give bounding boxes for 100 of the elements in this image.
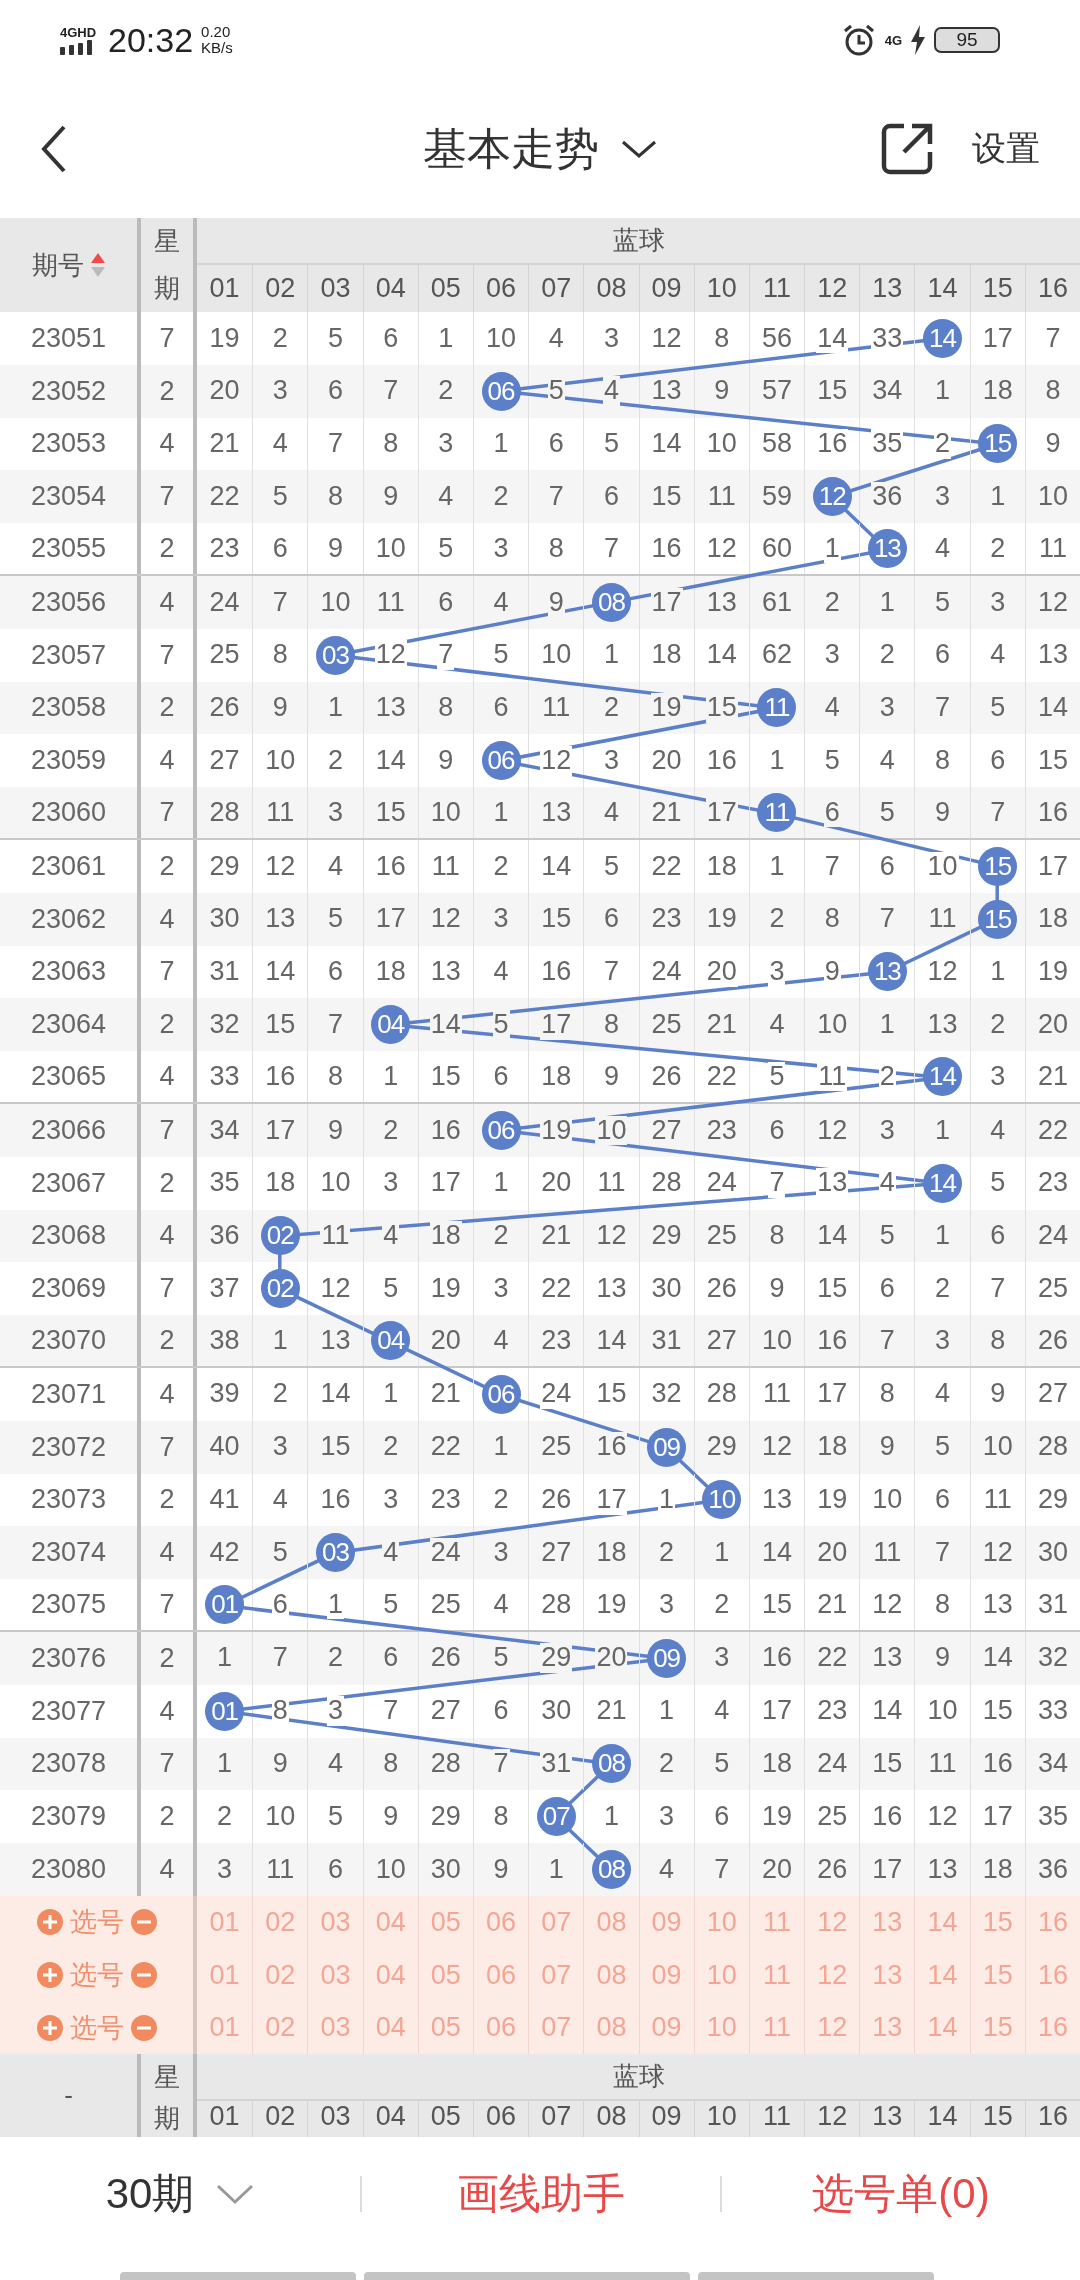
table-cell: 17 xyxy=(540,1009,573,1040)
number-ball: 09 xyxy=(647,1638,687,1678)
column-header: 期号 xyxy=(31,248,84,282)
number-option[interactable]: 09 xyxy=(638,1948,694,2002)
sort-icon[interactable] xyxy=(89,251,106,279)
number-option[interactable]: 01 xyxy=(197,1948,253,2002)
number-ball: 15 xyxy=(978,424,1018,464)
pick-list-button[interactable]: 选号单(0) xyxy=(812,2165,990,2222)
add-button[interactable] xyxy=(35,1908,64,1937)
clock-time: 20:32 xyxy=(108,20,194,60)
number-ball: 13 xyxy=(867,529,907,569)
number-ball: 02 xyxy=(260,1269,300,1309)
number-ball: 10 xyxy=(702,1480,742,1520)
minus-icon xyxy=(129,2013,158,2042)
number-option[interactable]: 06 xyxy=(472,1948,529,2002)
number-ball: 08 xyxy=(591,1850,631,1889)
row-label: 选号 xyxy=(69,1906,124,1940)
number-ball: 07 xyxy=(536,1797,576,1837)
number-ball: 03 xyxy=(315,1533,355,1573)
number-option[interactable]: 10 xyxy=(693,1895,749,1949)
column-group-header: 蓝球 xyxy=(197,2054,1080,2102)
number-option[interactable]: 07 xyxy=(528,1895,584,1949)
number-ball: 06 xyxy=(481,1374,521,1414)
number-option[interactable]: 16 xyxy=(1024,1895,1080,1949)
table-cell: 10 xyxy=(595,1115,628,1146)
row-label: 选号 xyxy=(69,1959,124,1993)
table-cell: 13 xyxy=(816,1168,849,1198)
remove-button[interactable] xyxy=(129,2013,158,2042)
number-option[interactable]: 13 xyxy=(859,1895,915,1949)
table-cell: 5 xyxy=(492,1009,510,1040)
remove-button[interactable] xyxy=(129,1961,158,1990)
number-ball: 15 xyxy=(978,846,1018,886)
minus-icon xyxy=(129,1908,158,1937)
number-option[interactable]: 14 xyxy=(914,1948,970,2002)
number-option[interactable]: 05 xyxy=(417,1948,473,2002)
period-dropdown[interactable]: 30期 xyxy=(105,2165,255,2222)
number-option[interactable]: 05 xyxy=(417,1895,473,1949)
number-option[interactable]: 01 xyxy=(197,2001,253,2055)
number-option[interactable]: 04 xyxy=(362,1895,418,1949)
chevron-down-icon xyxy=(216,2182,255,2205)
number-option[interactable]: 11 xyxy=(748,1948,805,2002)
number-option[interactable]: 10 xyxy=(693,1948,749,2002)
number-ball: 14 xyxy=(923,1163,963,1203)
plus-icon xyxy=(35,2013,64,2042)
number-option[interactable]: 11 xyxy=(748,1895,805,1949)
number-ball: 12 xyxy=(812,477,852,517)
number-option[interactable]: 02 xyxy=(252,1948,308,2002)
title-dropdown[interactable]: 基本走势 xyxy=(423,119,657,179)
number-option[interactable]: 08 xyxy=(583,1948,639,2002)
remove-button[interactable] xyxy=(129,1908,158,1937)
number-option[interactable]: 04 xyxy=(362,1948,418,2002)
number-ball: 06 xyxy=(481,371,521,411)
number-ball: 15 xyxy=(978,899,1018,939)
number-ball: 01 xyxy=(205,1585,245,1624)
number-option[interactable]: 15 xyxy=(969,1948,1025,2002)
network-type: 4G xyxy=(884,32,902,48)
share-button[interactable] xyxy=(880,122,934,176)
number-ball: 06 xyxy=(481,741,521,781)
number-option[interactable]: 14 xyxy=(914,1895,970,1949)
number-option[interactable]: 07 xyxy=(528,1948,584,2002)
number-option[interactable]: 13 xyxy=(859,1948,915,2002)
share-icon xyxy=(880,122,934,176)
number-option[interactable]: 03 xyxy=(307,1948,363,2002)
table-cell: 12 xyxy=(540,745,573,776)
number-ball: 02 xyxy=(260,1216,300,1256)
number-option[interactable]: 03 xyxy=(307,1895,363,1949)
add-button[interactable] xyxy=(35,2013,64,2042)
network-speed: 0.20 xyxy=(201,24,232,40)
number-option[interactable]: 12 xyxy=(804,1895,860,1949)
number-ball: 11 xyxy=(757,688,797,728)
number-ball: 06 xyxy=(481,1110,521,1150)
add-button[interactable] xyxy=(35,1961,64,1990)
number-ball: 14 xyxy=(923,1057,963,1097)
number-option[interactable]: 15 xyxy=(969,1895,1025,1949)
column-group-header: 蓝球 xyxy=(197,218,1080,265)
plus-icon xyxy=(35,1961,64,1990)
speed-unit: KB/s xyxy=(201,40,233,56)
table-cell: 29 xyxy=(540,1643,573,1674)
number-option[interactable]: 08 xyxy=(583,1895,639,1949)
table-cell: 11 xyxy=(817,1061,848,1092)
number-option[interactable]: 02 xyxy=(252,1895,308,1949)
row-label: 选号 xyxy=(69,2011,124,2045)
column-header: 星 xyxy=(141,2054,197,2102)
number-option[interactable]: 01 xyxy=(197,1895,253,1949)
column-header: 01 xyxy=(208,272,241,305)
draw-helper-button[interactable]: 画线助手 xyxy=(457,2165,625,2222)
column-header: 01 xyxy=(208,2101,241,2134)
number-ball: 04 xyxy=(371,1321,411,1361)
number-ball: 01 xyxy=(205,1691,245,1731)
number-ball: 11 xyxy=(757,793,797,833)
minus-icon xyxy=(129,1961,158,1990)
number-ball: 04 xyxy=(371,1005,411,1045)
number-ball: 08 xyxy=(591,582,631,622)
number-option[interactable]: 12 xyxy=(804,1948,860,2002)
settings-button[interactable]: 设置 xyxy=(972,126,1040,172)
number-option[interactable]: 06 xyxy=(472,1895,529,1949)
number-ball: 03 xyxy=(315,635,355,675)
number-option[interactable]: 09 xyxy=(638,1895,694,1949)
number-option[interactable]: 16 xyxy=(1024,1948,1080,2002)
network-type: 4GHD xyxy=(60,25,97,39)
